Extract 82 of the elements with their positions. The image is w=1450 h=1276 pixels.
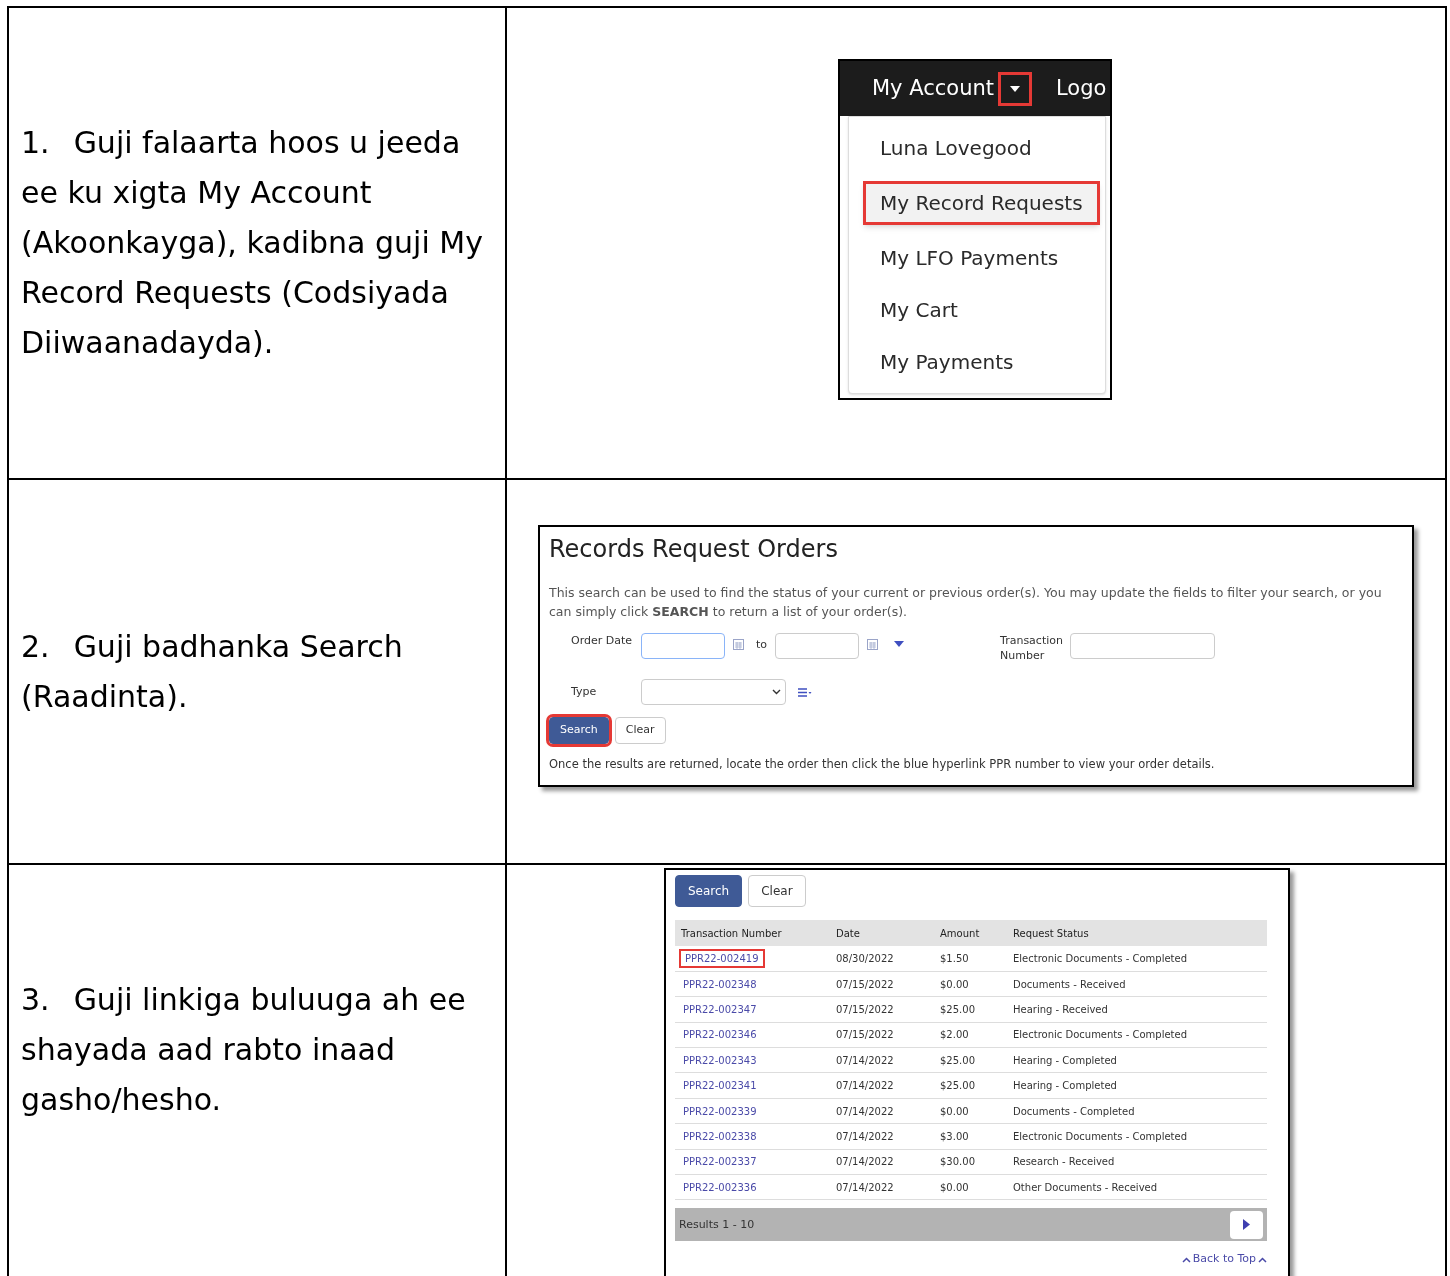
step-instruction: 1. Guji falaarta hoos u jeeda ee ku xigta My Account (Akoonkayga), kadibna guji My Record Requests (Codsiyada Diiwaanadayda). [21, 124, 484, 362]
menu-item[interactable]: My Record Requests [863, 181, 1100, 225]
caret-icon [894, 641, 905, 647]
next-page-button[interactable] [1230, 1210, 1263, 1239]
table-cell: $25.00 [934, 996, 1007, 1023]
table-cell: Hearing - Completed [1007, 1047, 1267, 1073]
order-link[interactable]: PPR22-002348 [679, 976, 761, 992]
nav-link[interactable]: Logo [1056, 72, 1107, 105]
order-link[interactable]: PPR22-002419 [679, 948, 765, 968]
column-header: Amount [934, 920, 1007, 946]
caret-icon [1010, 85, 1020, 92]
table-cell: Other Documents - Received [1007, 1174, 1267, 1200]
table-cell: Electronic Documents - Completed [1007, 1022, 1267, 1048]
play-icon [1243, 1219, 1250, 1231]
table-cell: Documents - Completed [1007, 1098, 1267, 1124]
menu-item[interactable]: Luna Lovegood [880, 129, 1032, 167]
table-cell: 07/14/2022 [830, 1123, 934, 1150]
table-cell: 07/15/2022 [830, 971, 934, 997]
order-link[interactable]: PPR22-002338 [679, 1128, 761, 1144]
table-cell: $0.00 [934, 1098, 1007, 1124]
order-link[interactable]: PPR22-002347 [679, 1001, 761, 1017]
order-link[interactable]: PPR22-002346 [679, 1027, 761, 1043]
table-cell: $0.00 [934, 1174, 1007, 1200]
menu-item[interactable]: My LFO Payments [880, 239, 1059, 277]
order-link[interactable]: PPR22-002337 [679, 1154, 761, 1170]
chevron-down-icon [772, 689, 781, 695]
type-select[interactable] [641, 679, 786, 705]
table-cell: Hearing - Completed [1007, 1072, 1267, 1099]
search-button[interactable]: Search [675, 875, 743, 907]
table-cell: Hearing - Received [1007, 996, 1267, 1023]
step-instruction: 2. Guji badhanka Search (Raadinta). [21, 627, 404, 716]
column-header: Request Status [1007, 920, 1267, 946]
table-cell: 07/14/2022 [830, 1072, 934, 1099]
table-cell: 07/14/2022 [830, 1098, 934, 1124]
table-cell: 07/14/2022 [830, 1047, 934, 1073]
table-cell: Documents - Received [1007, 971, 1267, 997]
transaction-field[interactable] [1070, 633, 1216, 659]
table-cell: Electronic Documents - Completed [1007, 946, 1267, 972]
nav-link[interactable]: My Account [872, 72, 994, 105]
table-cell: $30.00 [934, 1149, 1007, 1175]
chevron-up-icon [1181, 1256, 1191, 1263]
dropdown-toggle[interactable] [998, 71, 1032, 106]
order-link[interactable]: PPR22-002336 [679, 1179, 761, 1195]
search-button[interactable]: Search [549, 717, 609, 744]
column-header: Transaction Number [675, 920, 830, 946]
clear-button[interactable]: Clear [614, 717, 666, 744]
table-cell: $2.00 [934, 1022, 1007, 1048]
field-label: to [756, 637, 768, 653]
menu-item[interactable]: My Cart [880, 291, 958, 329]
order-link[interactable]: PPR22-002339 [679, 1103, 761, 1119]
date-to-field[interactable] [775, 633, 860, 659]
menu-item[interactable]: My Payments [880, 343, 1014, 381]
field-label: Transaction Number [1000, 633, 1064, 663]
results-count: Results 1 - 10 [679, 1216, 755, 1233]
field-label: Order Date [571, 633, 634, 648]
date-from-field[interactable] [641, 633, 725, 659]
footer-text: Once the results are returned, locate the order then click the blue hyperlink PPR number to view your order details. [549, 755, 1216, 773]
chevron-up-icon [1258, 1256, 1267, 1263]
order-link[interactable]: PPR22-002341 [679, 1078, 761, 1094]
panel-title: Records Request Orders [549, 534, 839, 565]
table-cell: $25.00 [934, 1072, 1007, 1099]
table-cell: 07/15/2022 [830, 996, 934, 1023]
table-cell: $1.50 [934, 946, 1007, 972]
order-link[interactable]: PPR22-002343 [679, 1052, 761, 1068]
calendar-icon[interactable] [867, 639, 879, 650]
table-cell: $3.00 [934, 1123, 1007, 1150]
table-cell: Research - Received [1007, 1149, 1267, 1175]
table-cell: 08/30/2022 [830, 946, 934, 972]
back-to-top-link[interactable]: Back to Top [1181, 1251, 1267, 1268]
calendar-icon[interactable] [733, 639, 744, 650]
table-cell: 07/14/2022 [830, 1174, 934, 1200]
step-instruction: 3. Guji linkiga buluuga ah ee shayada aad rabto inaad gasho/hesho. [21, 981, 467, 1119]
intro-text: This search can be used to find the status of your current or previous order(s). You may update the fields to filter your search, or you can simply click SEARCH to return a list of your order(s). [549, 584, 1383, 621]
table-cell: 07/14/2022 [830, 1149, 934, 1175]
table-cell: 07/15/2022 [830, 1022, 934, 1048]
field-label: Type [571, 683, 598, 700]
table-cell: Electronic Documents - Completed [1007, 1123, 1267, 1150]
column-header: Date [830, 920, 934, 946]
clear-button[interactable]: Clear [748, 875, 806, 907]
table-cell: $0.00 [934, 971, 1007, 997]
table-cell: $25.00 [934, 1047, 1007, 1073]
list-icon[interactable] [798, 687, 812, 697]
